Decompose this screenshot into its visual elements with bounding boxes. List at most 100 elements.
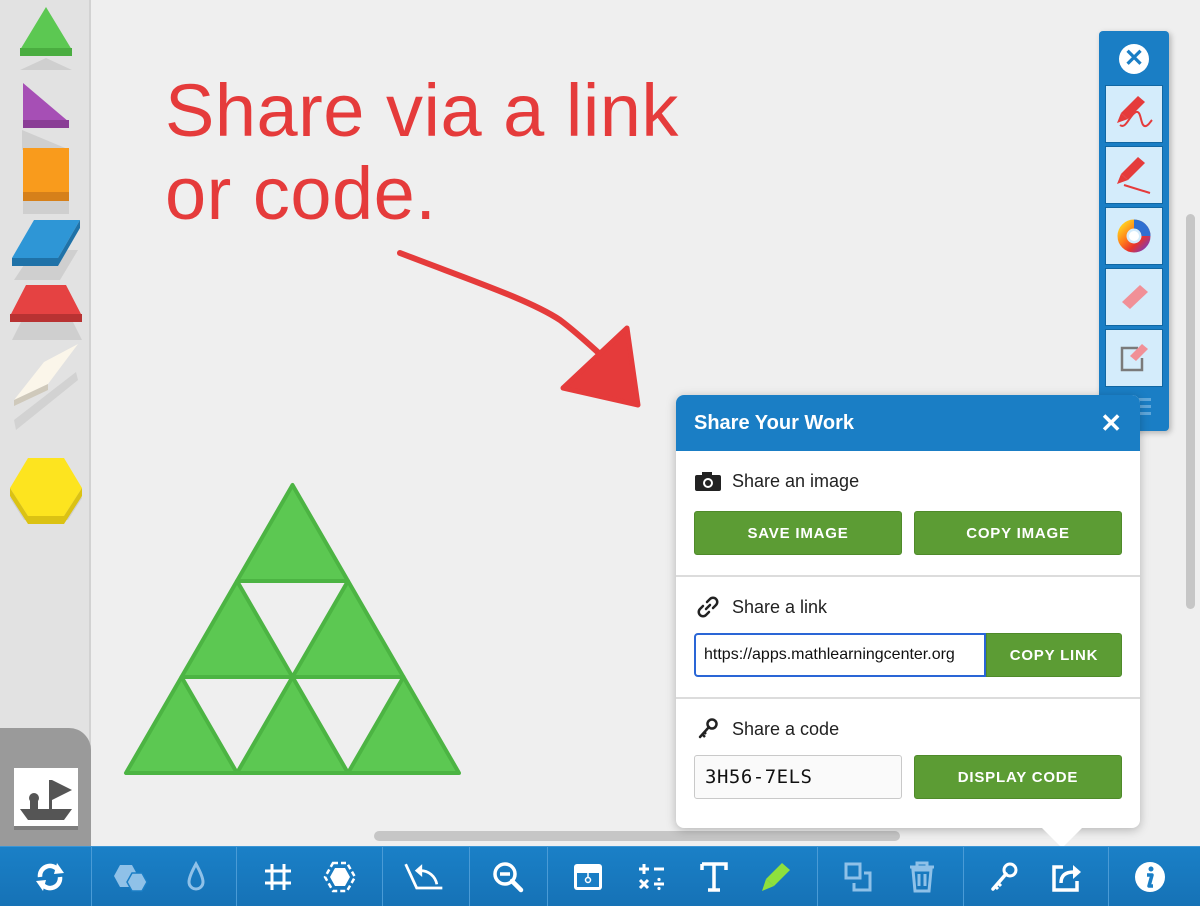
toolbar-divider (1108, 847, 1109, 906)
color-picker-button[interactable] (1105, 207, 1163, 265)
green-triangle-block[interactable] (124, 675, 239, 775)
share-code-field[interactable] (694, 755, 902, 799)
share-image-label-row: Share an image (694, 469, 1122, 493)
green-triangle-block[interactable] (235, 675, 350, 775)
palette-triangle[interactable] (20, 7, 72, 70)
line-pen-icon (1117, 157, 1151, 194)
share-icon (1052, 865, 1081, 892)
key-icon (991, 862, 1018, 891)
grid-icon (265, 864, 291, 890)
green-triangle-block[interactable] (179, 579, 295, 679)
eraser-icon (1122, 285, 1148, 309)
drawn-arrow (397, 250, 641, 408)
annotation-line-1: Share via a link (165, 69, 679, 152)
green-triangle-block[interactable] (290, 579, 406, 679)
palette-blue-rhombus[interactable] (12, 220, 80, 280)
reset-icon (36, 863, 64, 891)
key-icon (694, 717, 722, 741)
info-button[interactable] (1128, 855, 1172, 899)
share-image-label: Share an image (732, 470, 860, 491)
share-dialog: Share Your Work ✕ Share an image SAVE IM… (676, 395, 1140, 828)
close-drawing-tools-button[interactable]: ✕ (1119, 44, 1149, 74)
duplicate-icon (844, 862, 872, 892)
line-pen-button[interactable] (1105, 146, 1163, 204)
text-button[interactable] (692, 855, 736, 899)
trash-button[interactable] (900, 855, 944, 899)
share-code-label: Share a code (732, 718, 840, 739)
palette-thin-rhombus[interactable] (14, 344, 78, 430)
hide-tray-icon (574, 864, 602, 890)
highlighter-icon (762, 863, 790, 891)
palette-trapezoid[interactable] (10, 285, 82, 340)
toolbar-divider (236, 847, 237, 906)
palette-square[interactable] (23, 148, 69, 214)
share-code-section: Share a code DISPLAY CODE (676, 699, 1140, 799)
shape-palette-shapes (10, 7, 82, 524)
palette-right-triangle[interactable] (22, 83, 70, 150)
drag-handle[interactable] (1139, 398, 1151, 419)
toolbar-divider (963, 847, 964, 906)
text-icon (700, 862, 728, 892)
palette-hexagon[interactable] (10, 458, 82, 524)
share-dialog-pointer (1040, 826, 1084, 848)
hide-tray-button[interactable] (566, 855, 610, 899)
copy-image-button[interactable]: COPY IMAGE (914, 511, 1122, 555)
rotate-icon (404, 863, 443, 890)
bottom-toolbar (0, 846, 1200, 906)
link-icon (694, 595, 722, 619)
highlighter-button[interactable] (754, 855, 798, 899)
reset-button[interactable] (28, 855, 72, 899)
grid-button[interactable] (256, 855, 300, 899)
green-triangle-block[interactable] (235, 483, 350, 583)
info-icon (1135, 862, 1165, 892)
freehand-pen-icon (1117, 96, 1153, 128)
outline-hexagon-icon (323, 861, 357, 893)
outline-button[interactable] (318, 855, 362, 899)
fill-color-icon (187, 860, 205, 891)
color-wheel-icon (1117, 219, 1151, 253)
math-symbols-button[interactable] (630, 855, 674, 899)
share-dialog-header: Share Your Work ✕ (676, 395, 1140, 451)
fill-color-button[interactable] (174, 855, 218, 899)
share-link-label: Share a link (732, 596, 828, 617)
share-link-input[interactable] (694, 633, 986, 677)
share-dialog-title: Share Your Work (694, 411, 855, 434)
toolbar-divider (547, 847, 548, 906)
green-triangle-block[interactable] (346, 675, 461, 775)
share-code-actions: DISPLAY CODE (694, 755, 1122, 799)
shapes-button[interactable] (110, 855, 154, 899)
key-button[interactable] (982, 855, 1026, 899)
share-link-label-row: Share a link (694, 595, 1122, 619)
shapes-icon (114, 865, 148, 892)
share-image-actions: SAVE IMAGE COPY IMAGE (694, 511, 1122, 555)
toolbar-divider (469, 847, 470, 906)
trash-icon (910, 861, 934, 893)
copy-link-button[interactable]: COPY LINK (986, 633, 1122, 677)
scene-button[interactable] (14, 768, 78, 826)
edit-note-icon (1120, 344, 1148, 372)
toolbar-divider (91, 847, 92, 906)
zoom-out-icon (493, 862, 524, 893)
duplicate-button[interactable] (836, 855, 880, 899)
share-code-label-row: Share a code (694, 717, 1122, 741)
display-code-button[interactable]: DISPLAY CODE (914, 755, 1122, 799)
pattern-shapes-app: Share via a link or code. ✕ Share Your W… (0, 0, 1200, 906)
toolbar-divider (817, 847, 818, 906)
annotation-line-2: or code. (165, 151, 437, 235)
rotate-button[interactable] (402, 855, 446, 899)
freehand-pen-button[interactable] (1105, 85, 1163, 143)
zoom-out-button[interactable] (486, 855, 530, 899)
close-icon[interactable]: ✕ (1100, 410, 1122, 436)
horizontal-scrollbar[interactable] (374, 831, 900, 841)
palette-tray (0, 728, 91, 846)
save-image-button[interactable]: SAVE IMAGE (694, 511, 902, 555)
shape-palette (0, 0, 91, 846)
toolbar-divider (382, 847, 383, 906)
pattern-block-figure (124, 483, 461, 775)
share-button[interactable] (1044, 855, 1088, 899)
edit-note-button[interactable] (1105, 329, 1163, 387)
vertical-scrollbar[interactable] (1186, 214, 1195, 609)
share-link-actions: COPY LINK (694, 633, 1122, 677)
math-symbols-icon (638, 864, 664, 891)
eraser-button[interactable] (1105, 268, 1163, 326)
